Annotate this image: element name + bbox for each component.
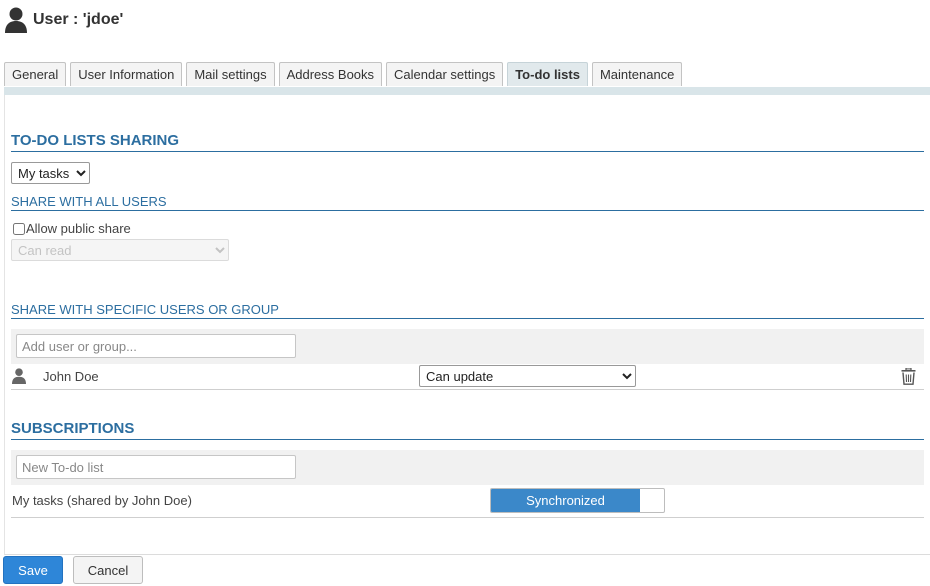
todo-list-select[interactable]: My tasks [11,162,90,184]
allow-public-share-checkbox[interactable] [13,222,25,235]
new-todo-list-input[interactable] [16,455,296,479]
tab-maintenance[interactable]: Maintenance [591,62,683,86]
trash-icon[interactable] [901,368,916,385]
add-user-input[interactable] [16,334,296,358]
user-icon [12,368,26,384]
public-permission-select[interactable]: Can read [11,239,229,261]
allow-public-share-label: Allow public share [26,221,131,236]
tab-address-books[interactable]: Address Books [278,62,383,86]
subscription-name: My tasks (shared by John Doe) [12,493,192,508]
tab-content: TO-DO LISTS SHARING My tasks SHARE WITH … [4,95,930,555]
tab-calendar-settings[interactable]: Calendar settings [386,62,504,86]
page-title: User : 'jdoe' [4,4,123,36]
sync-toggle[interactable]: Synchronized [490,488,665,513]
tab-user-information[interactable]: User Information [70,62,183,86]
tab-todo-lists[interactable]: To-do lists [507,62,588,86]
share-specific-title: SHARE WITH SPECIFIC USERS OR GROUP [11,302,924,319]
tab-bar-strip [4,87,930,95]
allow-public-share[interactable]: Allow public share [11,221,131,236]
page-title-text: User : 'jdoe' [33,11,124,28]
new-subscription-row [11,450,924,485]
sync-toggle-label: Synchronized [491,489,640,512]
add-user-row [11,329,924,364]
tab-mail-settings[interactable]: Mail settings [186,62,275,86]
user-permission-select[interactable]: Can update [419,365,636,387]
subscriptions-section-title: SUBSCRIPTIONS [11,420,924,440]
save-button[interactable]: Save [3,556,63,584]
share-all-users-title: SHARE WITH ALL USERS [11,194,924,211]
share-entry-row: John Doe Can update [11,364,924,390]
subscription-row: My tasks (shared by John Doe) Synchroniz… [11,485,924,518]
cancel-button[interactable]: Cancel [73,556,143,584]
tab-general[interactable]: General [4,62,67,86]
user-icon [5,7,27,33]
tab-bar: General User Information Mail settings A… [4,62,686,87]
sharing-section-title: TO-DO LISTS SHARING [11,132,924,152]
share-user-name: John Doe [43,369,99,384]
